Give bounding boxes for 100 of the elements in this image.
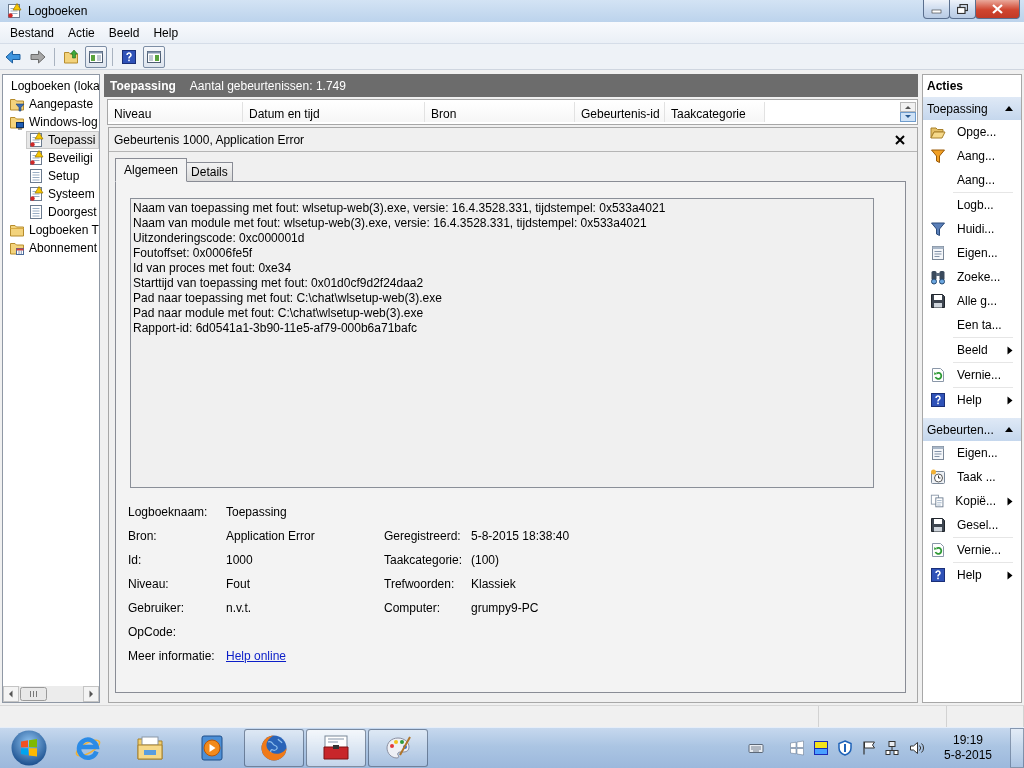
- column-header[interactable]: Gebeurtenis-id: [575, 102, 665, 122]
- folder-arrow-icon: [63, 48, 79, 65]
- tree-item[interactable]: Toepassi: [26, 131, 99, 149]
- close-icon: [895, 134, 905, 145]
- tab[interactable]: Details: [186, 162, 233, 182]
- tree-item[interactable]: Abonnement: [7, 239, 99, 257]
- field-value: 5-8-2015 18:38:40: [471, 529, 570, 543]
- field-label: Geregistreerd:: [384, 529, 461, 543]
- caret-right-icon: [1007, 345, 1013, 355]
- tree-item[interactable]: Aangepaste: [7, 95, 97, 113]
- tab[interactable]: Algemeen: [115, 158, 188, 182]
- field-value: Toepassing: [226, 505, 287, 519]
- caret-right-icon: [1007, 395, 1013, 405]
- vertical-scrollbar[interactable]: [900, 102, 916, 122]
- section-header[interactable]: Toepassing: [923, 97, 1021, 120]
- action-item[interactable]: Help: [923, 388, 1021, 412]
- copy-pages-icon: [930, 493, 945, 509]
- field-label: Meer informatie:: [128, 649, 215, 663]
- clock-icon: [930, 469, 946, 485]
- tree-item[interactable]: Beveiligi: [26, 149, 96, 167]
- action-item[interactable]: Help: [923, 563, 1021, 587]
- action-item[interactable]: Vernie...: [923, 538, 1021, 562]
- property-sheet-icon: [930, 445, 946, 461]
- help-icon: [930, 567, 946, 583]
- action-pane-button[interactable]: [143, 45, 165, 68]
- column-header[interactable]: Niveau: [108, 102, 243, 122]
- log-warning-icon: [6, 3, 22, 19]
- action-item[interactable]: Zoeke...: [923, 265, 1021, 289]
- tree-item[interactable]: Systeem: [26, 185, 98, 203]
- log-warning-icon: [28, 150, 44, 166]
- log-title: Toepassing: [110, 78, 176, 93]
- folder-open-icon: [930, 124, 946, 140]
- action-item[interactable]: Aang...: [923, 168, 1021, 192]
- network-icon: [885, 740, 901, 756]
- speaker-icon: [909, 740, 925, 756]
- window-grid-icon: [789, 740, 805, 756]
- field-value: (100): [471, 553, 499, 567]
- description-line: Starttijd van toepassing met fout: 0x01d0cf9d2f24daa2: [133, 276, 425, 291]
- minimize-button[interactable]: [923, 0, 950, 19]
- tree-item[interactable]: Logboeken T: [7, 221, 99, 239]
- action-item[interactable]: Gesel...: [923, 513, 1021, 537]
- window-pane-icon: [146, 48, 162, 65]
- log-warning-icon: [28, 186, 44, 202]
- close-icon: [992, 4, 1003, 14]
- field-label: Taakcategorie:: [384, 553, 463, 567]
- actions-title: Acties: [926, 78, 965, 95]
- field-label: OpCode:: [128, 625, 177, 639]
- tree-item[interactable]: Setup: [26, 167, 83, 185]
- folder-icon: [9, 222, 25, 238]
- tree-pane-button[interactable]: [85, 45, 107, 68]
- page-refresh-icon: [930, 542, 946, 558]
- help-icon: [121, 48, 137, 65]
- action-item[interactable]: Eigen...: [923, 441, 1021, 465]
- close-button[interactable]: [895, 134, 905, 145]
- section-header[interactable]: Gebeurten...: [923, 418, 1021, 441]
- column-header[interactable]: Datum en tijd: [243, 102, 425, 122]
- horizontal-scrollbar[interactable]: [3, 686, 99, 702]
- action-item[interactable]: Logb...: [923, 193, 1021, 217]
- action-item[interactable]: Alle g...: [923, 289, 1021, 313]
- action-item[interactable]: Eigen...: [923, 241, 1021, 265]
- field-label: Bron:: [128, 529, 157, 543]
- folder-funnel-icon: [9, 96, 25, 112]
- description-line: Pad naar module met fout: C:\chat\wlsetup-web(3).exe: [133, 306, 425, 321]
- column-header[interactable]: Bron: [425, 102, 575, 122]
- description-line: Naam van module met fout: wlsetup-web(3).exe, versie: 16.4.3528.331, tijdstempel: 0x533a4021: [133, 216, 648, 231]
- folder-calendar-icon: [9, 240, 25, 256]
- menu-item[interactable]: Bestand: [3, 22, 62, 43]
- menu-item[interactable]: Beeld: [101, 22, 147, 43]
- log-page-icon: [28, 204, 44, 220]
- flag-icon: [861, 740, 877, 756]
- menu-item[interactable]: Help: [146, 22, 186, 43]
- taskbar-button[interactable]: [368, 729, 428, 767]
- column-header[interactable]: Taakcategorie: [665, 102, 765, 122]
- action-item[interactable]: Vernie...: [923, 363, 1021, 387]
- field-label: Trefwoorden:: [384, 577, 455, 591]
- tree-item[interactable]: Doorgest: [26, 203, 99, 221]
- field-value: n.v.t.: [226, 601, 252, 615]
- restore-button[interactable]: [949, 0, 976, 19]
- field-value: Application Error: [226, 529, 315, 543]
- tree-item[interactable]: Logboeken (loka: [9, 77, 99, 95]
- taskbar-button[interactable]: [244, 729, 304, 767]
- media-play-icon: [198, 734, 226, 762]
- action-item[interactable]: Taak ...: [923, 465, 1021, 489]
- help-link[interactable]: Help online: [226, 649, 287, 663]
- action-item[interactable]: Beeld: [923, 338, 1021, 362]
- action-item[interactable]: Aang...: [923, 144, 1021, 168]
- tree-item[interactable]: Windows-log: [7, 113, 99, 131]
- field-value: Fout: [226, 577, 250, 591]
- menu-item[interactable]: Actie: [61, 22, 102, 43]
- action-item[interactable]: Kopië...: [923, 489, 1021, 513]
- show-desktop-button[interactable]: [1010, 728, 1024, 768]
- field-label: Computer:: [384, 601, 441, 615]
- binoculars-icon: [930, 269, 946, 285]
- taskbar-button[interactable]: [306, 729, 366, 767]
- clock-date: 5-8-2015: [943, 748, 992, 763]
- action-item[interactable]: Huidi...: [923, 217, 1021, 241]
- action-item[interactable]: Een ta...: [923, 313, 1021, 337]
- action-item[interactable]: Opge...: [923, 120, 1021, 144]
- app-tile-icon: [813, 740, 829, 756]
- field-label: Niveau:: [128, 577, 169, 591]
